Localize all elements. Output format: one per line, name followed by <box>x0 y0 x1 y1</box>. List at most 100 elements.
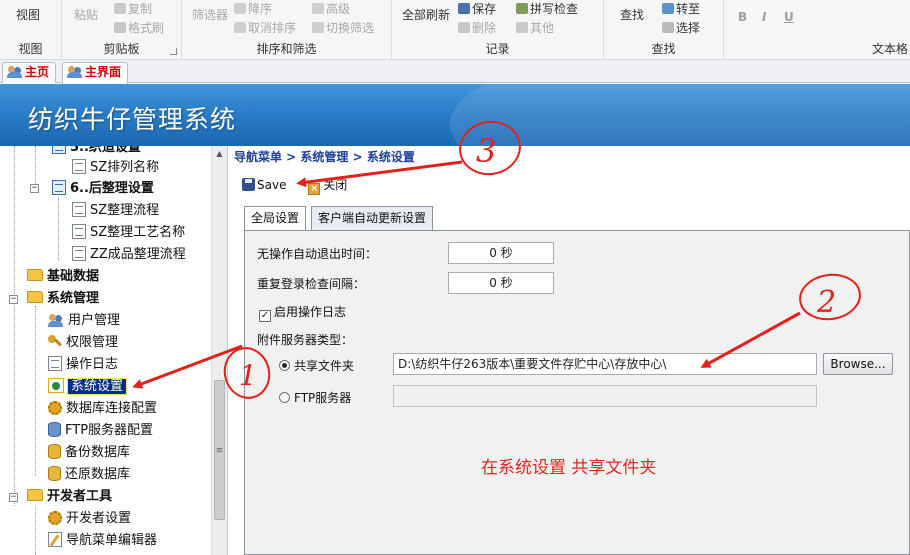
copy-button[interactable]: 复制 <box>114 0 152 17</box>
spelling-icon <box>516 3 528 14</box>
save-button[interactable]: Save <box>242 178 286 192</box>
ribbon-group-find: 查找 转至 选择 查找 <box>604 0 724 60</box>
bold-button[interactable]: B <box>738 10 747 24</box>
ftp-server-input[interactable] <box>393 385 817 407</box>
navigation-tree: 5..织造设置 SZ排列名称 − 6..后整理设置 SZ整理流程 SZ整理工艺名… <box>0 146 228 555</box>
advanced-filter-button[interactable]: 高级 <box>312 0 350 17</box>
folder-icon <box>27 269 43 281</box>
ribbon-group-clipboard: 粘贴 复制 格式刷 剪贴板 <box>62 0 182 60</box>
group-label-sort-filter: 排序和筛选 <box>256 42 317 56</box>
sort-descending-button[interactable]: 降序 <box>234 0 272 17</box>
delete-record-button[interactable]: 删除 <box>458 19 496 36</box>
relogin-interval-input[interactable]: 0 秒 <box>448 272 554 294</box>
spelling-button[interactable]: 拼写检查 <box>516 0 578 17</box>
main-content: 导航菜单 > 系统管理 > 系统设置 Save × 关闭 全局设置 客户端自动更新… <box>228 146 910 555</box>
collapse-icon[interactable]: − <box>9 493 18 502</box>
tree-node-basic-data[interactable]: 基础数据 <box>27 267 99 287</box>
toggle-filter-button[interactable]: 切换筛选 <box>312 19 374 36</box>
sort-descending-icon <box>234 3 246 14</box>
ribbon: 视图 视图 粘贴 复制 格式刷 剪贴板 筛选器 降序 取消排序 高级 切换筛选 … <box>0 0 910 60</box>
auto-logout-input[interactable]: 0 秒 <box>448 242 554 264</box>
select-button[interactable]: 选择 <box>662 19 700 36</box>
tree-node-operation-log[interactable]: 操作日志 <box>48 355 118 375</box>
other-button[interactable]: 其他 <box>516 19 554 36</box>
database-icon <box>48 444 61 459</box>
goto-button[interactable]: 转至 <box>662 0 700 17</box>
italic-button[interactable]: I <box>762 10 766 24</box>
view-button[interactable]: 视图 <box>16 6 40 23</box>
tree-node-weaving-settings[interactable]: 5..织造设置 <box>52 146 141 158</box>
format-painter-button[interactable]: 格式刷 <box>114 19 164 36</box>
format-painter-icon <box>114 22 126 33</box>
tree-node-finishing-settings[interactable]: 6..后整理设置 <box>52 179 154 199</box>
tree-node-developer-tools[interactable]: 开发者工具 <box>27 487 112 507</box>
scroll-up-icon[interactable]: ▲ <box>212 146 227 162</box>
group-label-text-format: 文本格 <box>871 42 908 56</box>
radio-selected-icon <box>279 360 290 371</box>
users-icon <box>7 66 22 78</box>
filter-button[interactable]: 筛选器 <box>192 6 228 23</box>
tree-line <box>58 198 59 260</box>
clipboard-launcher-icon[interactable] <box>170 48 177 55</box>
tab-global-settings[interactable]: 全局设置 <box>244 206 307 231</box>
tree-node-sz-finishing-craft[interactable]: SZ整理工艺名称 <box>72 223 185 243</box>
tree-node-backup-db[interactable]: 备份数据库 <box>48 443 130 463</box>
tree-node-restore-db[interactable]: 还原数据库 <box>48 465 130 485</box>
tree-node-ftp-config[interactable]: FTP服务器配置 <box>48 421 153 441</box>
document-icon <box>72 159 86 174</box>
collapse-icon[interactable]: − <box>30 184 39 193</box>
document-icon <box>72 224 86 239</box>
tree-node-permission-management[interactable]: 权限管理 <box>48 333 118 353</box>
tree-node-db-connection[interactable]: 数据库连接配置 <box>48 399 157 419</box>
edit-icon <box>48 532 62 547</box>
refresh-all-button[interactable]: 全部刷新 <box>402 6 450 23</box>
annotation-note: 在系统设置 共享文件夹 <box>481 458 657 478</box>
document-tabs: 主页 主界面 <box>0 60 910 84</box>
tree-scrollbar[interactable]: ▲ ≡ <box>211 146 227 555</box>
copy-icon <box>114 3 126 14</box>
group-label-clipboard: 剪贴板 <box>103 42 140 56</box>
tree-node-system-settings[interactable]: 系统设置 <box>48 377 128 397</box>
server-icon <box>48 422 61 437</box>
collapse-icon[interactable]: − <box>9 295 18 304</box>
group-label-view: 视图 <box>18 42 43 56</box>
scrollbar-grip-icon: ≡ <box>215 446 224 456</box>
find-button[interactable]: 查找 <box>620 6 644 23</box>
enable-log-checkbox[interactable]: ✓ 启用操作日志 <box>259 303 346 322</box>
tree-node-nav-menu-editor[interactable]: 导航菜单编辑器 <box>48 531 157 551</box>
tree-node-developer-settings[interactable]: 开发者设置 <box>48 509 131 529</box>
close-icon: × <box>308 183 321 195</box>
close-button[interactable]: × 关闭 <box>308 176 347 195</box>
tab-main[interactable]: 主界面 <box>62 62 129 84</box>
tree-node-system-management[interactable]: 系统管理 <box>27 289 99 309</box>
save-record-button[interactable]: 保存 <box>458 0 496 17</box>
tree-line <box>14 146 15 506</box>
browse-button[interactable]: Browse... <box>823 353 893 375</box>
save-icon <box>458 3 470 14</box>
shared-folder-path-input[interactable]: D:\纺织牛仔263版本\重要文件存贮中心\存放中心\ <box>393 353 817 375</box>
document-icon <box>48 356 62 371</box>
ribbon-group-text-format: B I U 文本格 <box>724 0 910 60</box>
paste-button[interactable]: 粘贴 <box>74 6 98 23</box>
tree-node-user-management[interactable]: 用户管理 <box>48 311 120 331</box>
document-icon <box>72 202 86 217</box>
tab-home[interactable]: 主页 <box>2 62 57 83</box>
group-label-records: 记录 <box>485 42 510 56</box>
ribbon-group-view: 视图 视图 <box>0 0 62 60</box>
goto-icon <box>662 3 674 14</box>
toggle-filter-icon <box>312 22 324 33</box>
shared-folder-radio[interactable]: 共享文件夹 <box>279 357 354 374</box>
document-icon <box>52 180 66 195</box>
tree-node-sz-finishing-process[interactable]: SZ整理流程 <box>72 201 159 221</box>
tab-client-auto-update[interactable]: 客户端自动更新设置 <box>311 206 434 231</box>
tree-node-zz-product-finishing[interactable]: ZZ成品整理流程 <box>72 245 186 265</box>
ftp-server-radio[interactable]: FTP服务器 <box>279 389 351 406</box>
document-icon <box>72 246 86 261</box>
tree-node-sz-arrangement[interactable]: SZ排列名称 <box>72 158 159 178</box>
folder-icon <box>27 291 43 303</box>
ribbon-group-records: 全部刷新 保存 删除 拼写检查 其他 记录 <box>392 0 604 60</box>
clear-sort-button[interactable]: 取消排序 <box>234 19 296 36</box>
database-icon <box>48 466 61 481</box>
settings-panel: 无操作自动退出时间： 0 秒 重复登录检查间隔： 0 秒 ✓ 启用操作日志 附件服… <box>244 230 910 555</box>
underline-button[interactable]: U <box>784 10 794 24</box>
